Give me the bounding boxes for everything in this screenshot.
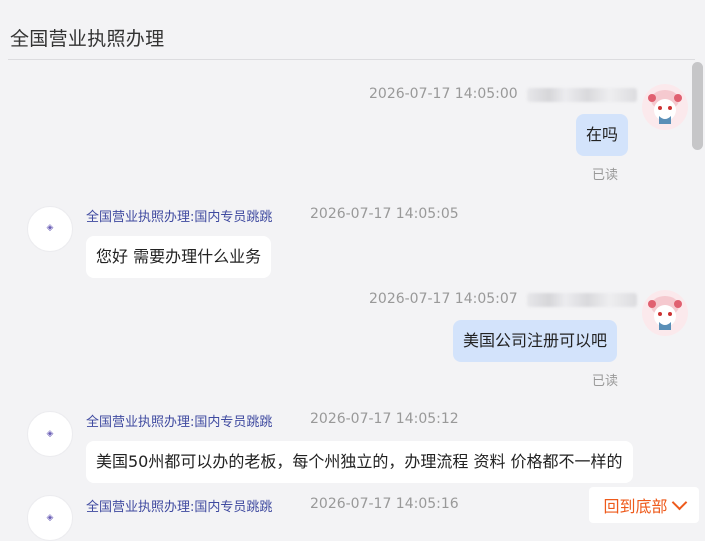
read-status: 已读	[592, 374, 619, 389]
shop-avatar[interactable]: ◈	[27, 411, 73, 457]
message-bubble: 您好 需要办理什么业务	[86, 236, 272, 278]
logo-icon: ◈	[46, 223, 54, 233]
read-status: 已读	[592, 168, 619, 183]
avatar[interactable]	[642, 84, 688, 130]
message-time: 2026-07-17 14:05:00	[369, 86, 518, 102]
message-bubble: 美国50州都可以办的老板，每个州独立的，办理流程 资料 价格都不一样的	[86, 441, 633, 483]
chat-header: 全国营业执照办理	[8, 0, 695, 60]
sender-name[interactable]: 全国营业执照办理:国内专员跳跳	[86, 411, 272, 430]
sender-name[interactable]: 全国营业执照办理:国内专员跳跳	[86, 206, 272, 225]
chevron-down-icon	[671, 494, 687, 511]
logo-icon: ◈	[46, 512, 54, 523]
message-time: 2026-07-17 14:05:07	[369, 291, 518, 307]
avatar[interactable]	[642, 290, 688, 336]
message-time: 2026-07-17 14:05:12	[310, 411, 459, 427]
message-bubble: 在吗	[576, 114, 629, 156]
blurred-username	[527, 88, 637, 102]
shop-avatar[interactable]: ◈	[27, 206, 73, 252]
message-bubble: 美国公司注册可以吧	[453, 320, 618, 362]
shop-avatar[interactable]: ◈	[27, 495, 73, 541]
page-title: 全国营业执照办理	[10, 28, 165, 50]
logo-icon: ◈	[46, 428, 54, 439]
scroll-to-bottom-button[interactable]: 回到底部	[589, 487, 699, 523]
scroll-to-bottom-label: 回到底部	[603, 497, 668, 516]
sender-name[interactable]: 全国营业执照办理:国内专员跳跳	[86, 496, 272, 515]
message-time: 2026-07-17 14:05:05	[310, 206, 459, 222]
message-time: 2026-07-17 14:05:16	[310, 496, 459, 512]
blurred-username	[527, 293, 637, 307]
scrollbar[interactable]	[692, 62, 703, 150]
